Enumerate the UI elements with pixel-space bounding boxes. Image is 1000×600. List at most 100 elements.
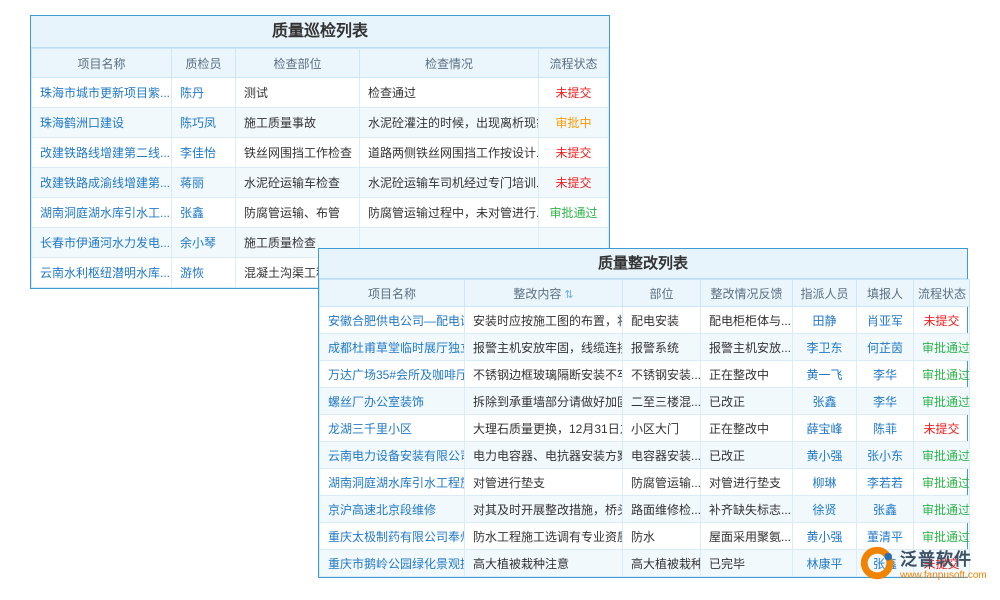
column-header-status[interactable]: 流程状态 xyxy=(914,280,970,307)
cell-status: 审批通过 xyxy=(914,334,970,361)
column-header-assignee[interactable]: 指派人员 xyxy=(793,280,857,307)
column-header-feedback[interactable]: 整改情况反馈 xyxy=(701,280,793,307)
cell-inspector[interactable]: 余小琴 xyxy=(172,228,236,258)
cell-assignee[interactable]: 黄一飞 xyxy=(793,361,857,388)
cell-project[interactable]: 长春市伊通河水力发电... xyxy=(32,228,172,258)
quality-rectification-panel: 质量整改列表 项目名称整改内容⇅部位整改情况反馈指派人员填报人流程状态 安徽合肥… xyxy=(318,248,968,578)
column-header-part[interactable]: 部位 xyxy=(623,280,701,307)
table-row: 云南电力设备安装有限公司20...电力电容器、电抗器安装方案,...电容器安装.… xyxy=(320,442,970,469)
cell-inspector[interactable]: 张鑫 xyxy=(172,198,236,228)
cell-part: 防腐管运输... xyxy=(623,469,701,496)
column-header-reporter[interactable]: 填报人 xyxy=(857,280,914,307)
cell-reporter[interactable]: 张鑫 xyxy=(857,496,914,523)
cell-reporter[interactable]: 陈菲 xyxy=(857,415,914,442)
cell-part: 配电安装 xyxy=(623,307,701,334)
cell-project[interactable]: 湖南洞庭湖水库引水工... xyxy=(32,198,172,228)
cell-project[interactable]: 改建铁路线增建第二线... xyxy=(32,138,172,168)
cell-situation: 道路两侧铁丝网围挡工作按设计... xyxy=(360,138,539,168)
cell-project[interactable]: 重庆市鹅岭公园绿化景观提升... xyxy=(320,550,465,577)
column-header-project[interactable]: 项目名称 xyxy=(32,49,172,78)
table-row: 珠海鹤洲口建设陈巧凤施工质量事故水泥砼灌注的时候，出现离析现象审批中 xyxy=(32,108,609,138)
cell-inspector[interactable]: 陈丹 xyxy=(172,78,236,108)
cell-assignee[interactable]: 林康平 xyxy=(793,550,857,577)
cell-part: 高大植被栽种 xyxy=(623,550,701,577)
cell-project[interactable]: 螺丝厂办公室装饰 xyxy=(320,388,465,415)
cell-project[interactable]: 珠海鹤洲口建设 xyxy=(32,108,172,138)
column-header-content[interactable]: 整改内容⇅ xyxy=(465,280,623,307)
cell-reporter[interactable]: 张小东 xyxy=(857,442,914,469)
table-row: 安徽合肥供电公司—配电设备...安装时应按施工图的布置，将...配电安装配电柜柜… xyxy=(320,307,970,334)
cell-content: 对其及时开展整改措施，桥头... xyxy=(465,496,623,523)
cell-project[interactable]: 改建铁路成渝线增建第... xyxy=(32,168,172,198)
cell-status: 未提交 xyxy=(539,168,609,198)
column-label: 整改情况反馈 xyxy=(710,287,782,301)
cell-content: 电力电容器、电抗器安装方案,... xyxy=(465,442,623,469)
cell-part: 二至三楼混... xyxy=(623,388,701,415)
cell-project[interactable]: 万达广场35#会所及咖啡厅空... xyxy=(320,361,465,388)
cell-inspector[interactable]: 李佳怡 xyxy=(172,138,236,168)
cell-status: 审批通过 xyxy=(539,198,609,228)
table-row: 珠海市城市更新项目紫...陈丹测试检查通过未提交 xyxy=(32,78,609,108)
table-row: 成都杜甫草堂临时展厅独立展...报警主机安放牢固，线缆连接...报警系统报警主机… xyxy=(320,334,970,361)
cell-content: 不锈钢边框玻璃隔断安装不牢... xyxy=(465,361,623,388)
cell-status: 审批通过 xyxy=(914,496,970,523)
table-row: 湖南洞庭湖水库引水工...张鑫防腐管运输、布管防腐管运输过程中，未对管进行...… xyxy=(32,198,609,228)
column-label: 部位 xyxy=(649,287,673,301)
cell-content: 拆除到承重墙部分请做好加固... xyxy=(465,388,623,415)
cell-feedback: 补齐缺失标志... xyxy=(701,496,793,523)
cell-project[interactable]: 云南电力设备安装有限公司20... xyxy=(320,442,465,469)
cell-feedback: 配电柜柜体与... xyxy=(701,307,793,334)
cell-part: 施工质量事故 xyxy=(236,108,360,138)
cell-project[interactable]: 安徽合肥供电公司—配电设备... xyxy=(320,307,465,334)
cell-project[interactable]: 龙湖三千里小区 xyxy=(320,415,465,442)
cell-status: 未提交 xyxy=(539,78,609,108)
cell-project[interactable]: 京沪高速北京段维修 xyxy=(320,496,465,523)
cell-project[interactable]: 湖南洞庭湖水库引水工程施工... xyxy=(320,469,465,496)
cell-assignee[interactable]: 薛宝峰 xyxy=(793,415,857,442)
cell-project[interactable]: 成都杜甫草堂临时展厅独立展... xyxy=(320,334,465,361)
sort-icon[interactable]: ⇅ xyxy=(564,289,573,301)
cell-assignee[interactable]: 黄小强 xyxy=(793,442,857,469)
column-header-inspector[interactable]: 质检员 xyxy=(172,49,236,78)
column-header-status[interactable]: 流程状态 xyxy=(539,49,609,78)
cell-inspector[interactable]: 陈巧凤 xyxy=(172,108,236,138)
cell-status: 审批通过 xyxy=(914,388,970,415)
column-label: 填报人 xyxy=(867,287,903,301)
cell-reporter[interactable]: 李华 xyxy=(857,361,914,388)
cell-assignee[interactable]: 田静 xyxy=(793,307,857,334)
cell-inspector[interactable]: 游恢 xyxy=(172,258,236,288)
cell-inspector[interactable]: 蒋丽 xyxy=(172,168,236,198)
column-header-situation[interactable]: 检查情况 xyxy=(360,49,539,78)
cell-content: 防水工程施工选调有专业资质... xyxy=(465,523,623,550)
cell-assignee[interactable]: 黄小强 xyxy=(793,523,857,550)
header-row: 项目名称质检员 检查部位 检查情况流程状态 xyxy=(32,49,609,78)
column-header-part[interactable]: 检查部位 xyxy=(236,49,360,78)
cell-assignee[interactable]: 李卫东 xyxy=(793,334,857,361)
cell-project[interactable]: 重庆太极制药有限公司奉州中... xyxy=(320,523,465,550)
cell-reporter[interactable]: 何芷茵 xyxy=(857,334,914,361)
logo-url[interactable]: www.fanpusoft.com xyxy=(900,570,987,582)
inspection-title: 质量巡检列表 xyxy=(31,16,609,48)
cell-status: 审批通过 xyxy=(914,361,970,388)
cell-content: 大理石质量更换，12月31日之... xyxy=(465,415,623,442)
cell-content: 高大植被栽种注意 xyxy=(465,550,623,577)
column-header-project[interactable]: 项目名称 xyxy=(320,280,465,307)
cell-reporter[interactable]: 李华 xyxy=(857,388,914,415)
column-label: 检查部位 xyxy=(273,57,321,71)
cell-project[interactable]: 珠海市城市更新项目紫... xyxy=(32,78,172,108)
column-label: 项目名称 xyxy=(368,287,416,301)
cell-situation: 水泥砼运输车司机经过专门培训... xyxy=(360,168,539,198)
cell-reporter[interactable]: 肖亚军 xyxy=(857,307,914,334)
cell-project[interactable]: 云南水利枢纽潜明水库... xyxy=(32,258,172,288)
cell-assignee[interactable]: 柳琳 xyxy=(793,469,857,496)
cell-assignee[interactable]: 徐贤 xyxy=(793,496,857,523)
fanpu-logo[interactable]: 泛普软件 www.fanpusoft.com xyxy=(860,546,987,585)
cell-reporter[interactable]: 李若若 xyxy=(857,469,914,496)
cell-feedback: 已改正 xyxy=(701,442,793,469)
logo-text: 泛普软件 www.fanpusoft.com xyxy=(900,550,987,581)
cell-content: 对管进行垫支 xyxy=(465,469,623,496)
cell-part: 水泥砼运输车检查 xyxy=(236,168,360,198)
cell-assignee[interactable]: 张鑫 xyxy=(793,388,857,415)
cell-situation: 检查通过 xyxy=(360,78,539,108)
cell-content: 安装时应按施工图的布置，将... xyxy=(465,307,623,334)
